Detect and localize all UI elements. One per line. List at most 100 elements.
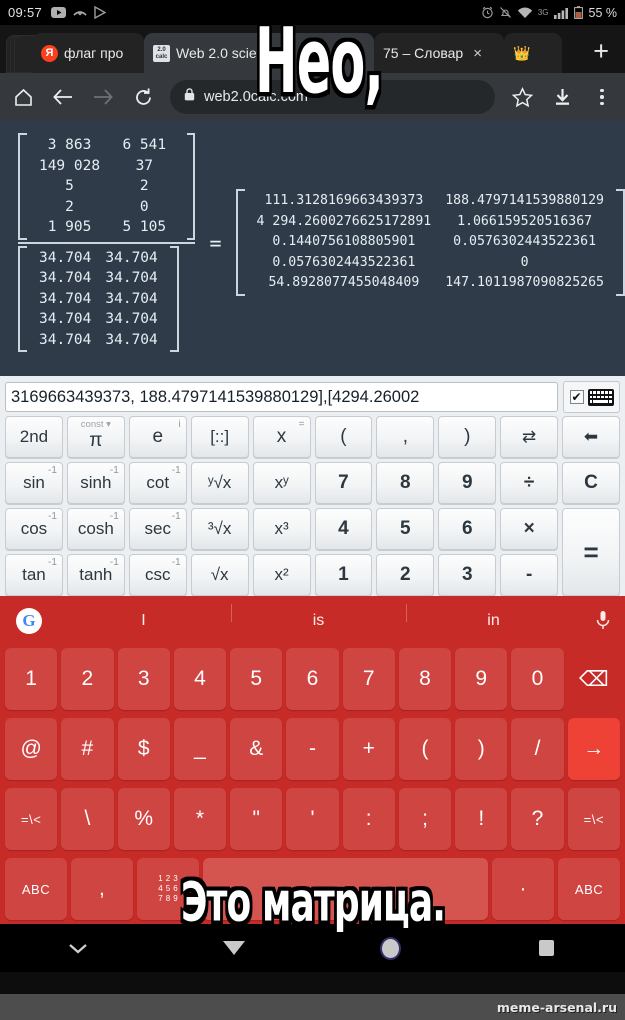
auto-calc-checkbox[interactable]: ✔ [569, 390, 584, 404]
kb-key-paren-open[interactable]: ( [398, 718, 452, 780]
key-4[interactable]: 4 [314, 508, 373, 550]
enter-arrow-icon[interactable]: → [567, 718, 620, 780]
kb-key-paren-close[interactable]: ) [455, 718, 508, 780]
key-csc[interactable]: -1 csc [128, 554, 187, 596]
kb-key-8[interactable]: 8 [398, 648, 452, 710]
key-2nd[interactable]: 2nd [5, 416, 63, 458]
nav-back-button[interactable] [156, 941, 312, 955]
key-5[interactable]: 5 [376, 508, 435, 550]
download-icon[interactable] [549, 84, 575, 110]
key-divide[interactable]: ÷ [500, 462, 559, 504]
key-square[interactable]: x² [252, 554, 311, 596]
back-icon[interactable] [50, 84, 76, 110]
tab-flag[interactable]: Я флаг про [32, 33, 144, 73]
kb-key-abc-left[interactable]: ABC [5, 858, 67, 920]
suggestion-3[interactable]: in [406, 604, 581, 630]
backspace-icon[interactable]: ⌫ [568, 648, 620, 710]
key-paren-close[interactable]: ) [438, 416, 497, 458]
key-paren-open[interactable]: ( [314, 416, 373, 458]
keyboard-icon[interactable] [587, 388, 614, 406]
key-e[interactable]: ie [128, 416, 187, 458]
forward-icon[interactable] [90, 84, 116, 110]
key-6[interactable]: 6 [438, 508, 497, 550]
key-clear[interactable]: C [562, 462, 620, 504]
key-8[interactable]: 8 [376, 462, 435, 504]
tab-close-icon[interactable]: × [473, 45, 482, 62]
key-cos[interactable]: -1 cos [5, 508, 63, 550]
key-minus[interactable]: - [500, 554, 559, 596]
key-cosh[interactable]: -1 cosh [66, 508, 125, 550]
calculator-input[interactable]: 3169663439373, 188.4797141539880129],[42… [5, 382, 558, 412]
kb-key-backslash[interactable]: \ [61, 788, 114, 850]
suggestion-1[interactable]: I [56, 612, 231, 630]
kb-key-at[interactable]: @ [5, 718, 58, 780]
kb-key-ampersand[interactable]: & [230, 718, 283, 780]
key-sin[interactable]: -1 sin [5, 462, 63, 504]
kb-key-quote-single[interactable]: ' [286, 788, 339, 850]
key-matrix[interactable]: [::] [190, 416, 249, 458]
kb-key-exclamation[interactable]: ! [455, 788, 508, 850]
tab-extra[interactable]: 👑 [504, 33, 562, 73]
kb-key-abc-right[interactable]: ABC [558, 858, 621, 920]
key-7[interactable]: 7 [314, 462, 373, 504]
kb-key-dollar[interactable]: $ [117, 718, 170, 780]
reload-icon[interactable] [130, 84, 156, 110]
key-equals[interactable]: = [562, 508, 620, 596]
key-9[interactable]: 9 [438, 462, 497, 504]
kb-key-semicolon[interactable]: ; [398, 788, 452, 850]
kb-key-hash[interactable]: # [61, 718, 114, 780]
hide-keyboard-button[interactable] [0, 940, 156, 956]
key-cube[interactable]: x³ [252, 508, 311, 550]
key-1[interactable]: 1 [314, 554, 373, 596]
kb-key-1[interactable]: 1 [5, 648, 58, 710]
suggestion-2[interactable]: is [231, 604, 406, 630]
kb-key-minus[interactable]: - [286, 718, 339, 780]
key-sqrt[interactable]: √x [190, 554, 249, 596]
kb-key-percent[interactable]: % [117, 788, 170, 850]
kb-key-0[interactable]: 0 [511, 648, 564, 710]
key-tan[interactable]: -1 tan [5, 554, 63, 596]
kb-key-period[interactable]: · [492, 858, 555, 920]
key-power-y[interactable]: xʸ [252, 462, 311, 504]
nav-recents-button[interactable] [469, 940, 625, 956]
kb-key-asterisk[interactable]: * [173, 788, 227, 850]
key-3[interactable]: 3 [438, 554, 497, 596]
kb-key-question[interactable]: ? [511, 788, 564, 850]
kb-key-comma[interactable]: , [70, 858, 133, 920]
kb-key-3[interactable]: 3 [117, 648, 170, 710]
kb-key-5[interactable]: 5 [230, 648, 283, 710]
kb-key-colon[interactable]: : [342, 788, 395, 850]
overflow-menu-icon[interactable] [589, 84, 615, 110]
key-tanh[interactable]: -1 tanh [66, 554, 125, 596]
kb-key-quote-double[interactable]: " [230, 788, 283, 850]
key-multiply[interactable]: × [500, 508, 559, 550]
nav-home-button[interactable] [313, 936, 469, 960]
kb-key-6[interactable]: 6 [286, 648, 339, 710]
key-comma[interactable]: , [376, 416, 435, 458]
kb-key-symbols-left[interactable]: =\< [5, 788, 58, 850]
key-cube-root[interactable]: ³√x [190, 508, 249, 550]
key-sec[interactable]: -1 sec [128, 508, 187, 550]
tab-dictionary[interactable]: 75 – Словар × [374, 33, 504, 73]
kb-key-underscore[interactable]: _ [173, 718, 227, 780]
key-x-var[interactable]: = x [252, 416, 311, 458]
kb-key-2[interactable]: 2 [61, 648, 114, 710]
backspace-icon[interactable]: ⬅ [562, 416, 620, 458]
key-cot[interactable]: -1 cot [128, 462, 187, 504]
star-icon[interactable] [509, 84, 535, 110]
key-const-pi[interactable]: const ▾ π [66, 416, 125, 458]
kb-key-slash[interactable]: / [511, 718, 564, 780]
google-logo-icon[interactable]: G [16, 608, 42, 634]
key-nth-root[interactable]: ʸ√x [190, 462, 249, 504]
home-icon[interactable] [10, 84, 36, 110]
kb-key-plus[interactable]: + [342, 718, 395, 780]
kb-key-9[interactable]: 9 [455, 648, 508, 710]
key-sinh[interactable]: -1 sinh [66, 462, 125, 504]
kb-key-symbols-right[interactable]: =\< [567, 788, 620, 850]
mic-icon[interactable] [581, 610, 625, 632]
kb-key-4[interactable]: 4 [173, 648, 227, 710]
swap-icon[interactable]: ⇄ [500, 416, 559, 458]
new-tab-button[interactable]: + [593, 38, 609, 73]
key-2[interactable]: 2 [376, 554, 435, 596]
kb-key-7[interactable]: 7 [342, 648, 395, 710]
